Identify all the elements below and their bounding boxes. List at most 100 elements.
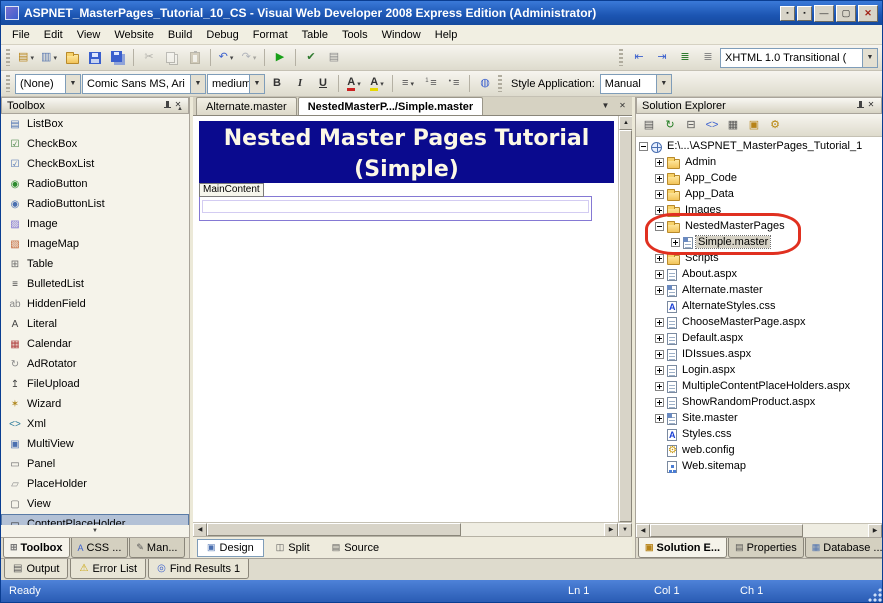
toolbox-item-imagemap[interactable]: ▧ ImageMap (1, 234, 189, 254)
increase-indent-button[interactable]: ⇥ (651, 47, 673, 68)
menu-help[interactable]: Help (428, 27, 465, 43)
hyperlink-button[interactable]: ◍ (474, 73, 496, 94)
tree-expander-icon[interactable] (655, 382, 664, 391)
scrollbar-thumb[interactable] (650, 524, 803, 537)
scroll-up-icon[interactable]: ▲ (619, 116, 633, 130)
toolbox-item-adrotator[interactable]: ↻ AdRotator (1, 354, 189, 374)
menu-tools[interactable]: Tools (335, 27, 375, 43)
design-view-button[interactable]: ▣ Design (197, 539, 264, 557)
toolbox-scroll-down-button[interactable]: ▼ (1, 525, 189, 537)
editor-horizontal-scrollbar[interactable]: ◀ ▶ ▼ (193, 522, 632, 536)
tree-item-nestedmasterpages[interactable]: NestedMasterPages (636, 218, 882, 234)
undo-button[interactable]: ↶ (215, 47, 237, 68)
toolbar-grip[interactable] (498, 75, 502, 92)
titlebar-extra-button-2[interactable]: ▪ (797, 6, 812, 21)
se-refresh-button[interactable]: ↻ (660, 116, 680, 135)
comment-button[interactable]: ≣ (674, 47, 696, 68)
doctype-combo[interactable]: XHTML 1.0 Transitional ( ▼ (720, 48, 878, 68)
tab-alternate-master[interactable]: Alternate.master (196, 97, 297, 115)
menu-debug[interactable]: Debug (199, 27, 245, 43)
tree-expander-icon[interactable] (655, 414, 664, 423)
source-view-button[interactable]: ▤ Source (322, 539, 389, 557)
tree-expander-icon[interactable] (655, 334, 664, 343)
scroll-down-icon[interactable]: ▼ (618, 523, 632, 537)
tab-nestedmaster-simple-master[interactable]: NestedMasterP.../Simple.master (298, 97, 483, 115)
save-all-button[interactable] (107, 47, 129, 68)
highlight-color-button[interactable]: A (366, 73, 388, 94)
italic-button[interactable]: I (289, 73, 311, 94)
toolbox-item-checkboxlist[interactable]: ☑ CheckBoxList (1, 154, 189, 174)
tab-toolbox[interactable]: ⊞ Toolbox (3, 538, 70, 558)
tab-output[interactable]: ▤ Output (4, 559, 68, 579)
close-document-button[interactable]: ✕ (615, 99, 630, 113)
toolbox-item-radiobuttonlist[interactable]: ◉ RadioButtonList (1, 194, 189, 214)
tree-item-idissues-aspx[interactable]: IDIssues.aspx (636, 346, 882, 362)
tab-solution-explorer[interactable]: ▣ Solution E... (638, 538, 727, 558)
toolbox-item-calendar[interactable]: ▦ Calendar (1, 334, 189, 354)
tab-error-list[interactable]: ⚠ Error List (70, 559, 146, 579)
menu-table[interactable]: Table (295, 27, 335, 43)
toolbox-scroll-up-button[interactable]: ▲ (173, 103, 187, 115)
unordered-list-button[interactable]: ≡ (443, 73, 465, 94)
toolbar-button[interactable] (338, 75, 339, 92)
tree-item-choosemasterpage-aspx[interactable]: ChooseMasterPage.aspx (636, 314, 882, 330)
tree-expander-icon[interactable] (655, 286, 664, 295)
menu-format[interactable]: Format (246, 27, 295, 43)
tree-item-simple-master[interactable]: Simple.master (636, 234, 882, 250)
paste-button[interactable] (184, 47, 206, 68)
solution-horizontal-scrollbar[interactable]: ◀ ▶ (636, 523, 882, 537)
toolbar-grip[interactable] (6, 49, 10, 66)
toolbox-item-xml[interactable]: <> Xml (1, 414, 189, 434)
tree-item-site-master[interactable]: Site.master (636, 410, 882, 426)
redo-button[interactable]: ↷ (238, 47, 260, 68)
menu-file[interactable]: File (5, 27, 37, 43)
tree-expander-icon[interactable] (655, 398, 664, 407)
toolbox-item-checkbox[interactable]: ☑ CheckBox (1, 134, 189, 154)
se-view-designer-button[interactable]: ▦ (723, 116, 743, 135)
check-page-button[interactable]: ✔ (300, 47, 322, 68)
auto-hide-pin-button[interactable] (847, 99, 861, 112)
foreground-color-button[interactable]: A (343, 73, 365, 94)
tree-expander-icon[interactable] (655, 318, 664, 327)
scrollbar-thumb[interactable] (207, 523, 461, 536)
tree-item-web-config[interactable]: web.config (636, 442, 882, 458)
tree-item-app-data[interactable]: App_Data (636, 186, 882, 202)
add-new-item-button[interactable]: ▥ (38, 47, 60, 68)
toolbox-item-image[interactable]: ▨ Image (1, 214, 189, 234)
tree-expander-icon[interactable] (671, 238, 680, 247)
se-nest-related-files-button[interactable]: ⊟ (681, 116, 701, 135)
active-files-dropdown-button[interactable]: ▼ (598, 99, 613, 113)
tree-item-alternate-master[interactable]: Alternate.master (636, 282, 882, 298)
tree-item-alternatestyles-css[interactable]: AlternateStyles.css (636, 298, 882, 314)
toolbox-item-placeholder[interactable]: ▱ PlaceHolder (1, 474, 189, 494)
toolbar-button[interactable] (295, 49, 296, 66)
scroll-right-icon[interactable]: ▶ (604, 523, 618, 537)
toolbox-item-listbox[interactable]: ▤ ListBox (1, 114, 189, 134)
toolbox-item-view[interactable]: ▢ View (1, 494, 189, 514)
new-web-site-button[interactable]: ▤ (15, 47, 37, 68)
tree-expander-icon[interactable] (655, 350, 664, 359)
content-placeholder-control[interactable]: MainContent (199, 183, 592, 221)
editor-vertical-scrollbar[interactable]: ▲ (618, 116, 632, 522)
toolbox-item-hiddenfield[interactable]: ab HiddenField (1, 294, 189, 314)
maximize-button[interactable]: ▢ (836, 5, 856, 22)
tab-database-explorer[interactable]: ▦ Database ... (805, 538, 883, 558)
menu-website[interactable]: Website (107, 27, 161, 43)
menu-build[interactable]: Build (161, 27, 199, 43)
split-view-button[interactable]: ◫ Split (266, 539, 320, 557)
bold-button[interactable]: B (266, 73, 288, 94)
tree-expander-icon[interactable] (655, 366, 664, 375)
font-size-combo[interactable]: medium ▼ (207, 74, 265, 94)
tree-item-scripts[interactable]: Scripts (636, 250, 882, 266)
toolbar-button[interactable] (264, 49, 265, 66)
content-placeholder-box[interactable] (199, 196, 592, 221)
tree-expander-icon[interactable] (655, 158, 664, 167)
underline-button[interactable]: U (312, 73, 334, 94)
toolbar-button[interactable] (392, 75, 393, 92)
toolbar-button[interactable] (469, 75, 470, 92)
toolbox-item-table[interactable]: ⊞ Table (1, 254, 189, 274)
auto-hide-pin-button[interactable] (154, 99, 168, 112)
toolbox-item-literal[interactable]: A Literal (1, 314, 189, 334)
tree-item-app-code[interactable]: App_Code (636, 170, 882, 186)
toolbar-grip[interactable] (6, 75, 10, 92)
